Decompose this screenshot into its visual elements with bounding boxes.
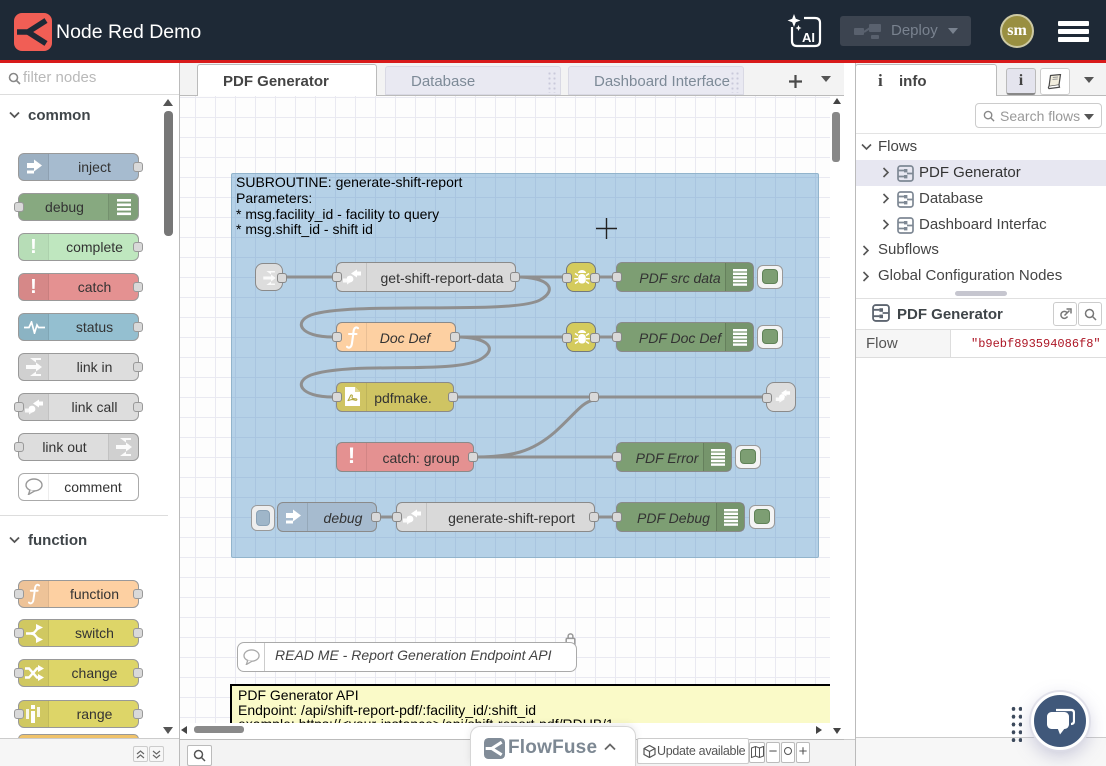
svg-text:AI: AI xyxy=(802,30,815,45)
